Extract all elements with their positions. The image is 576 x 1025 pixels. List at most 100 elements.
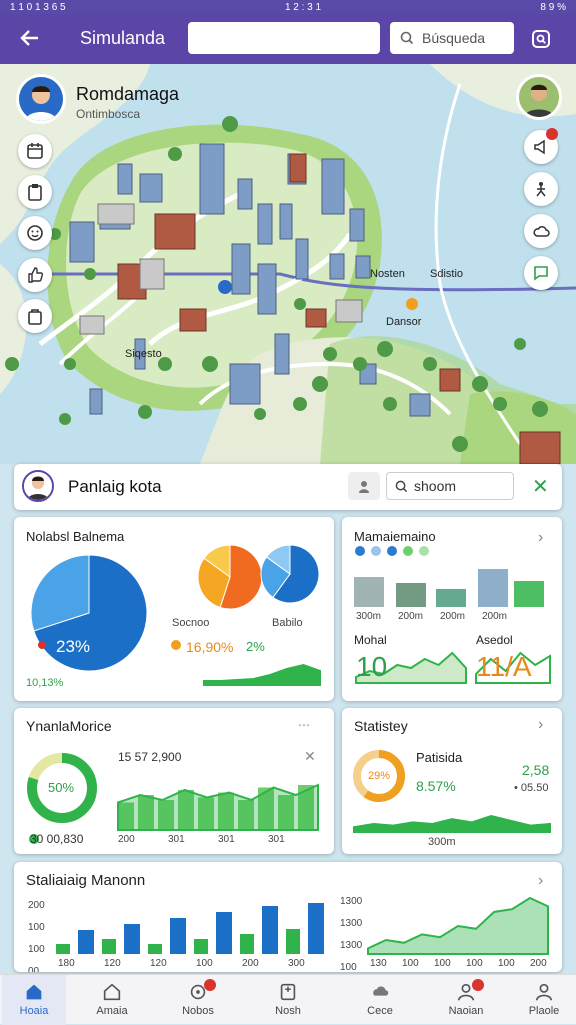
card-stats-summary[interactable]: Staliaiaig Manonn › 200 100 100 00 180 120 120… xyxy=(14,862,562,972)
card1-value1: 16,90% xyxy=(186,639,234,655)
card1-mid-label2: Babilo xyxy=(272,617,303,629)
notification-badge xyxy=(472,979,484,991)
cloud-icon[interactable] xyxy=(524,214,558,248)
card-statistics[interactable]: Statistey › 29% Patisida 8.57% 2,58 • 05… xyxy=(342,708,562,854)
card1-foot: 10,13% xyxy=(26,677,64,689)
y-label: 100 xyxy=(28,944,45,955)
summary-bar-blue xyxy=(308,903,324,954)
map-label-pin: Dansor xyxy=(386,316,422,328)
monitor-area xyxy=(117,783,319,831)
bottom-navigation: Hoaia Amaia Nobos Nosh Cece Naoian Plaole xyxy=(0,974,576,1025)
legend-dot xyxy=(403,546,413,556)
text-field[interactable] xyxy=(188,22,380,54)
card1-mid-label: Socnoo xyxy=(172,617,210,629)
x2-label: 100 xyxy=(498,958,515,969)
card3-ring-label: 50% xyxy=(48,780,75,795)
close-icon[interactable]: ✕ xyxy=(532,474,549,499)
card5-charts: 200 100 100 00 180 120 120 100 200 300 1300 1300 130… xyxy=(28,896,549,972)
y2-label: 1300 xyxy=(340,896,363,907)
stats-area xyxy=(353,814,551,833)
profile-avatar[interactable] xyxy=(16,74,66,124)
card2-sub2: Asedol xyxy=(476,633,513,647)
nav-item[interactable]: Nosh xyxy=(256,975,320,1025)
back-arrow-icon[interactable] xyxy=(18,26,44,52)
map-label-east-b: Sdistio xyxy=(430,268,464,280)
search-icon xyxy=(400,31,414,45)
y2-label: 1300 xyxy=(340,940,363,951)
card1-pie-label: 23% xyxy=(56,637,91,656)
cloud-icon xyxy=(373,986,389,996)
nav-item[interactable]: Amaia xyxy=(80,975,144,1025)
card-monitor[interactable]: YnanlaMorice ⋯ 15 57 2,900 ✕ 200 301 301 30… xyxy=(14,708,334,854)
legend-dot xyxy=(387,546,397,556)
summary-bar-blue xyxy=(262,906,278,954)
nav-item-label: Naoian xyxy=(448,1005,484,1017)
summary-bar-blue xyxy=(216,912,232,954)
card1-charts xyxy=(30,544,321,686)
thumbs-up-icon[interactable] xyxy=(18,258,52,292)
mini-bar xyxy=(478,569,508,607)
x-label: 301 xyxy=(218,834,235,845)
bar-label: 300m xyxy=(356,611,381,622)
card2-big2: 11/A xyxy=(476,651,532,682)
panel-avatar[interactable] xyxy=(22,470,54,502)
nav-item[interactable]: Naoian xyxy=(434,975,498,1025)
search-field[interactable]: Búsqueda xyxy=(390,22,514,54)
person-icon[interactable] xyxy=(348,472,380,500)
nav-item[interactable]: Hoaia xyxy=(2,975,66,1025)
summary-bar-blue xyxy=(78,930,94,954)
calendar-icon[interactable] xyxy=(18,134,52,168)
person-icon xyxy=(535,983,553,1001)
person-walk-icon[interactable] xyxy=(524,172,558,206)
panel-title: Panlaig kota xyxy=(68,477,162,496)
card-management[interactable]: Mamaiemaino › 300m 200m 200m 200m Mohal Ase… xyxy=(342,517,562,701)
home-icon xyxy=(26,984,42,1000)
x2-label: 130 xyxy=(370,958,387,969)
card4-right1: 2,58 xyxy=(522,762,550,778)
megaphone-icon[interactable] xyxy=(524,128,558,164)
nav-item-label: Hoaia xyxy=(19,1005,49,1017)
card4-right2: • 05.50 xyxy=(514,782,549,794)
card2-sub1: Mohal xyxy=(354,633,387,647)
app-bar: Simulanda Búsqueda xyxy=(0,14,576,64)
map-label-east-a: Nosten xyxy=(370,268,405,280)
house-outline-icon xyxy=(103,983,121,1001)
y-label: 200 xyxy=(28,900,45,911)
card4-sub: Patisida xyxy=(416,750,463,765)
status-time: 1 2 : 3 1 xyxy=(284,1,322,13)
nav-item[interactable]: Plaole xyxy=(512,975,576,1025)
profile-name: Romdamaga xyxy=(76,84,180,104)
profile-subtitle: Ontimbosca xyxy=(76,107,141,121)
mini-bar xyxy=(354,577,384,607)
chat-search-icon[interactable] xyxy=(526,24,556,54)
bag-icon[interactable] xyxy=(18,299,52,333)
summary-bar-green xyxy=(56,944,70,954)
message-icon[interactable] xyxy=(524,256,558,290)
mini-bar xyxy=(436,589,466,607)
legend-dot xyxy=(171,640,181,650)
nav-item-label: Nobos xyxy=(182,1005,214,1017)
panel-search-text: shoom xyxy=(414,478,457,494)
search-icon xyxy=(395,480,408,492)
status-bar: 1 1 0 1 3 6 5 1 2 : 3 1 8 9 % xyxy=(0,0,576,14)
nav-item[interactable]: Nobos xyxy=(166,975,230,1025)
clipboard-icon[interactable] xyxy=(18,175,52,209)
x2-label: 100 xyxy=(466,958,483,969)
panel-header: Panlaig kota shoom ✕ xyxy=(14,464,562,510)
card-balance[interactable]: Nolabsl Balnema 23% 10,13% Socnoo Babilo… xyxy=(14,517,334,701)
y2-label: 1300 xyxy=(340,918,363,929)
note-icon xyxy=(280,983,296,1001)
nav-item-label: Cece xyxy=(367,1005,393,1017)
nav-item-label: Plaole xyxy=(528,1005,560,1017)
user-avatar[interactable] xyxy=(516,74,562,120)
panel-search-field[interactable]: shoom xyxy=(386,472,514,500)
nav-item[interactable]: Cece xyxy=(348,975,412,1025)
city-map[interactable] xyxy=(0,64,576,464)
smiley-icon[interactable] xyxy=(18,216,52,250)
x-label: 200 xyxy=(118,834,135,845)
bar-label: 200m xyxy=(482,611,507,622)
card4-foot: 300m xyxy=(428,836,456,848)
x-label: 120 xyxy=(104,958,121,969)
card2-big1: 10 xyxy=(356,651,388,682)
status-left: 1 1 0 1 3 6 5 xyxy=(10,1,66,13)
